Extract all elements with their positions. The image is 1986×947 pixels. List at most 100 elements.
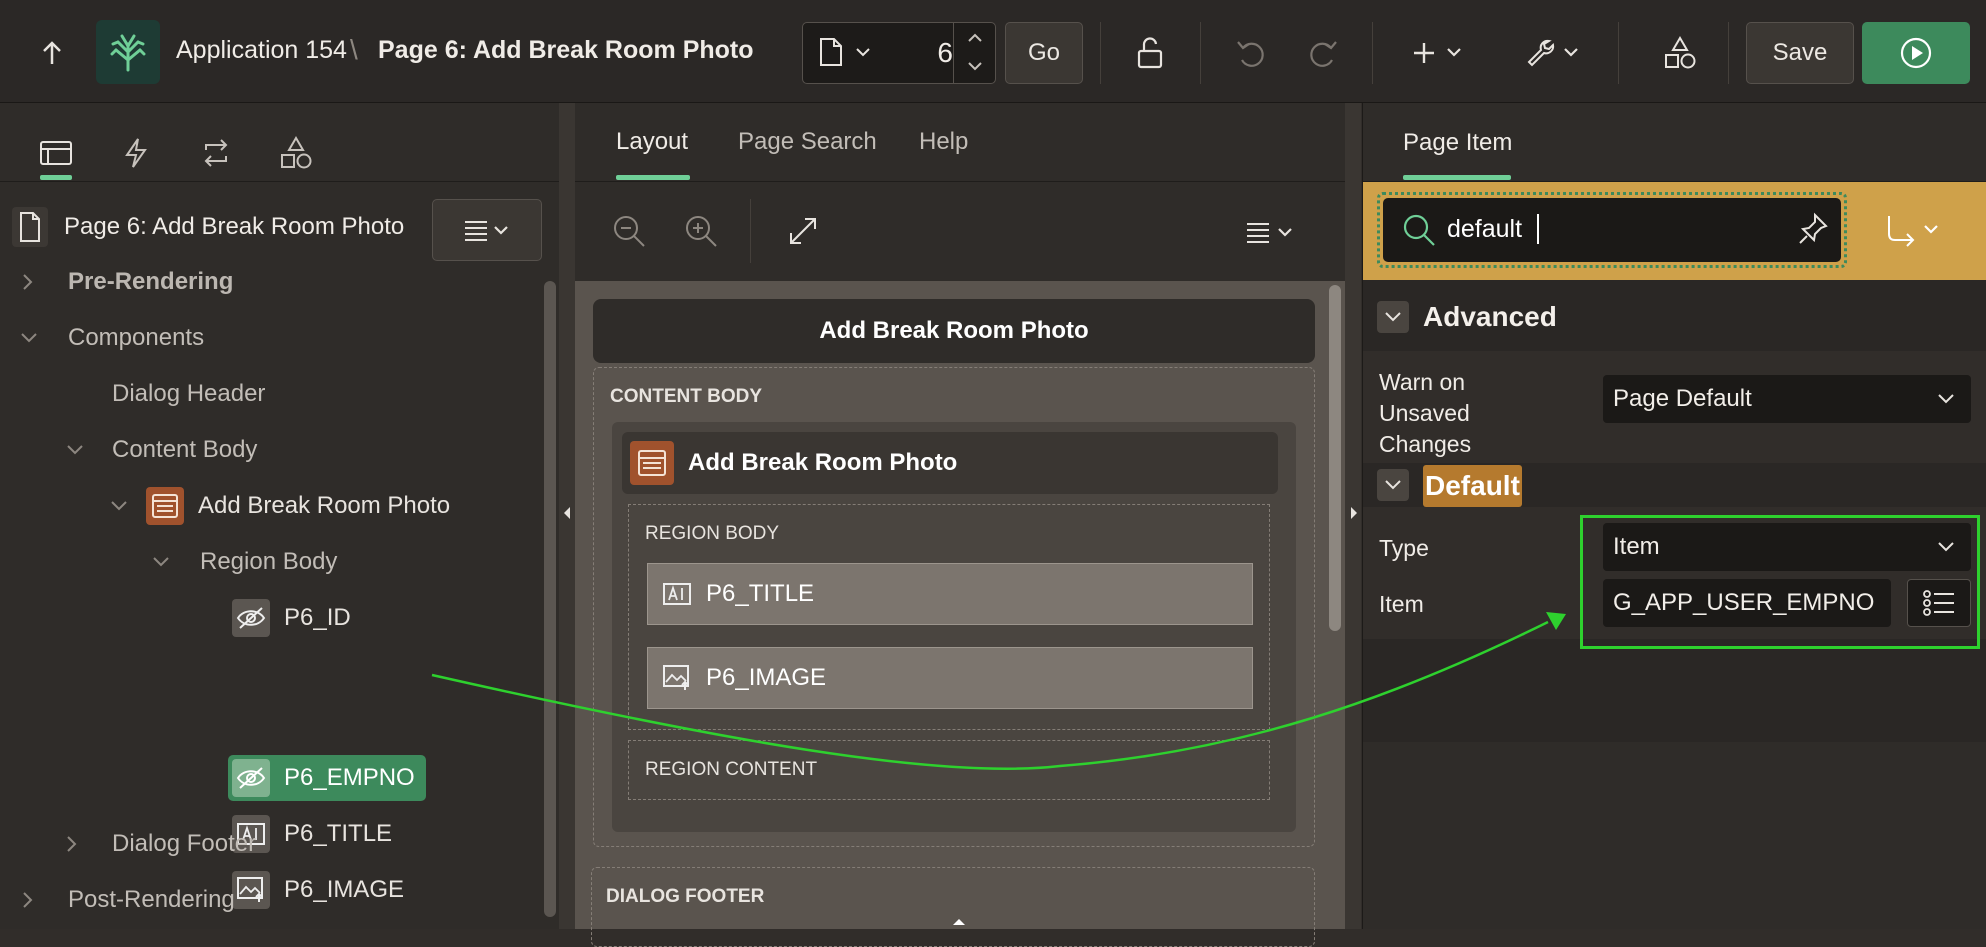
layout-panel: Layout Page Search Help Add Break Room P…: [575, 103, 1345, 947]
divider: [750, 199, 751, 263]
wrench-menu-button[interactable]: [1524, 22, 1586, 84]
region-icon: [630, 441, 674, 485]
search-band: default: [1363, 182, 1986, 280]
collapse-advanced-button[interactable]: [1377, 301, 1409, 333]
tab-shared-components[interactable]: [266, 123, 326, 183]
shared-components-icon[interactable]: [1660, 22, 1700, 84]
page-icon[interactable]: [819, 37, 843, 67]
tab-layout[interactable]: Layout: [616, 103, 688, 181]
layout-menu-button[interactable]: [1245, 221, 1299, 243]
unlock-icon[interactable]: [1125, 22, 1175, 84]
chevron-right-icon[interactable]: [66, 835, 78, 853]
region-card[interactable]: Add Break Room Photo REGION BODY P6_TITL…: [612, 422, 1296, 832]
tree-region-add-break-room-photo[interactable]: Add Break Room Photo: [146, 484, 450, 528]
tree-item-p6-image[interactable]: P6_IMAGE: [232, 868, 404, 912]
expand-up-icon[interactable]: [951, 917, 967, 927]
up-arrow-icon[interactable]: [30, 22, 74, 84]
collapse-default-button[interactable]: [1377, 469, 1409, 501]
chevron-down-icon[interactable]: [110, 500, 128, 512]
image-upload-icon: [232, 871, 270, 909]
create-menu-button[interactable]: [1410, 22, 1470, 84]
chevron-down-icon[interactable]: [20, 332, 38, 344]
expand-icon[interactable]: [787, 215, 819, 247]
tree-item-label: P6_EMPNO: [284, 764, 415, 791]
text-field-icon: [662, 582, 692, 606]
layout-item-p6-title[interactable]: P6_TITLE: [647, 563, 1253, 625]
property-editor: Page Item default Advanced Warn on Unsav…: [1362, 103, 1986, 929]
zoom-out-icon[interactable]: [611, 213, 647, 249]
region-title: Add Break Room Photo: [688, 449, 958, 476]
page-selector: 6: [802, 22, 996, 84]
hidden-item-icon: [232, 599, 270, 637]
tree-content-body[interactable]: Content Body: [112, 428, 257, 472]
app-logo-icon[interactable]: [96, 20, 160, 84]
search-input[interactable]: default: [1383, 198, 1841, 262]
tab-dynamic-actions[interactable]: [106, 123, 166, 183]
collapse-left-icon[interactable]: [562, 505, 572, 521]
tab-help[interactable]: Help: [919, 103, 968, 181]
layout-item-p6-image[interactable]: P6_IMAGE: [647, 647, 1253, 709]
tree-item-p6-id[interactable]: P6_ID: [232, 596, 351, 640]
tree-dialog-footer[interactable]: Dialog Footer: [112, 822, 256, 866]
redo-icon[interactable]: [1300, 22, 1346, 84]
collapse-right-icon[interactable]: [1349, 505, 1359, 521]
hidden-item-icon: [232, 759, 270, 797]
chevron-up-icon[interactable]: [967, 33, 983, 43]
tree-dialog-header[interactable]: Dialog Header: [112, 372, 265, 416]
content-body-label: CONTENT BODY: [610, 386, 762, 407]
chevron-down-icon[interactable]: [855, 47, 871, 57]
tab-rendering[interactable]: [26, 123, 86, 183]
region-body-label: REGION BODY: [645, 523, 780, 544]
tree-scrollbar[interactable]: [544, 281, 556, 917]
chevron-down-icon[interactable]: [66, 444, 84, 456]
page-tree-panel: Page 6: Add Break Room Photo Pre-Renderi…: [0, 103, 560, 929]
left-splitter[interactable]: [559, 103, 575, 929]
chevron-right-icon[interactable]: [22, 273, 34, 291]
warn-unsaved-value: Page Default: [1613, 385, 1752, 412]
go-button[interactable]: Go: [1005, 22, 1083, 84]
run-button[interactable]: [1862, 22, 1970, 84]
active-tab-indicator: [616, 175, 690, 180]
content-body-slot[interactable]: CONTENT BODY Add Break Room Photo REGION…: [593, 367, 1315, 847]
app-name[interactable]: Application 154: [176, 36, 347, 65]
region-body-slot[interactable]: REGION BODY P6_TITLE P6_IMAGE: [628, 504, 1270, 730]
tree-item-label: P6_IMAGE: [284, 876, 405, 903]
layout-canvas: Add Break Room Photo CONTENT BODY Add Br…: [575, 281, 1345, 947]
tree-region-body[interactable]: Region Body: [200, 540, 337, 584]
region-content-slot[interactable]: REGION CONTENT: [628, 740, 1270, 800]
tree-components[interactable]: Components: [68, 316, 204, 360]
chevron-right-icon[interactable]: [22, 891, 34, 909]
chevron-down-icon[interactable]: [967, 61, 983, 71]
search-value: default: [1447, 215, 1523, 243]
tree-menu-button[interactable]: [432, 199, 542, 261]
region-header[interactable]: Add Break Room Photo: [622, 432, 1278, 494]
tree-post-rendering[interactable]: Post-Rendering: [68, 878, 235, 922]
warn-unsaved-label: Warn on Unsaved Changes: [1379, 369, 1472, 457]
chevron-down-icon: [1938, 394, 1954, 404]
tab-processing[interactable]: [186, 123, 246, 183]
warn-unsaved-select[interactable]: Page Default: [1603, 375, 1971, 423]
tree-pre-rendering[interactable]: Pre-Rendering: [68, 260, 233, 304]
dialog-title-bar[interactable]: Add Break Room Photo: [593, 299, 1315, 363]
page-label[interactable]: Page 6: Add Break Room Photo: [64, 213, 404, 241]
right-splitter[interactable]: [1345, 103, 1361, 929]
active-tab-indicator: [40, 175, 72, 180]
page-number-input[interactable]: 6: [913, 37, 953, 69]
group-heading-advanced: Advanced: [1423, 301, 1557, 332]
pin-icon[interactable]: [1797, 212, 1829, 246]
go-to-group-button[interactable]: [1883, 212, 1945, 248]
region-icon: [146, 487, 184, 525]
chevron-down-icon[interactable]: [152, 556, 170, 568]
type-label: Type: [1379, 535, 1429, 561]
canvas-scrollbar[interactable]: [1329, 285, 1341, 631]
zoom-in-icon[interactable]: [683, 213, 719, 249]
dialog-footer-slot[interactable]: DIALOG FOOTER: [591, 867, 1315, 947]
save-button[interactable]: Save: [1746, 22, 1854, 84]
tree-item-label: P6_ID: [284, 604, 351, 631]
tab-page-item[interactable]: Page Item: [1403, 129, 1512, 157]
tree-item-p6-empno[interactable]: P6_EMPNO: [232, 756, 415, 800]
region-content-label: REGION CONTENT: [645, 759, 818, 780]
tab-page-search[interactable]: Page Search: [738, 103, 877, 181]
text-cursor: [1537, 214, 1539, 244]
undo-icon[interactable]: [1228, 22, 1274, 84]
